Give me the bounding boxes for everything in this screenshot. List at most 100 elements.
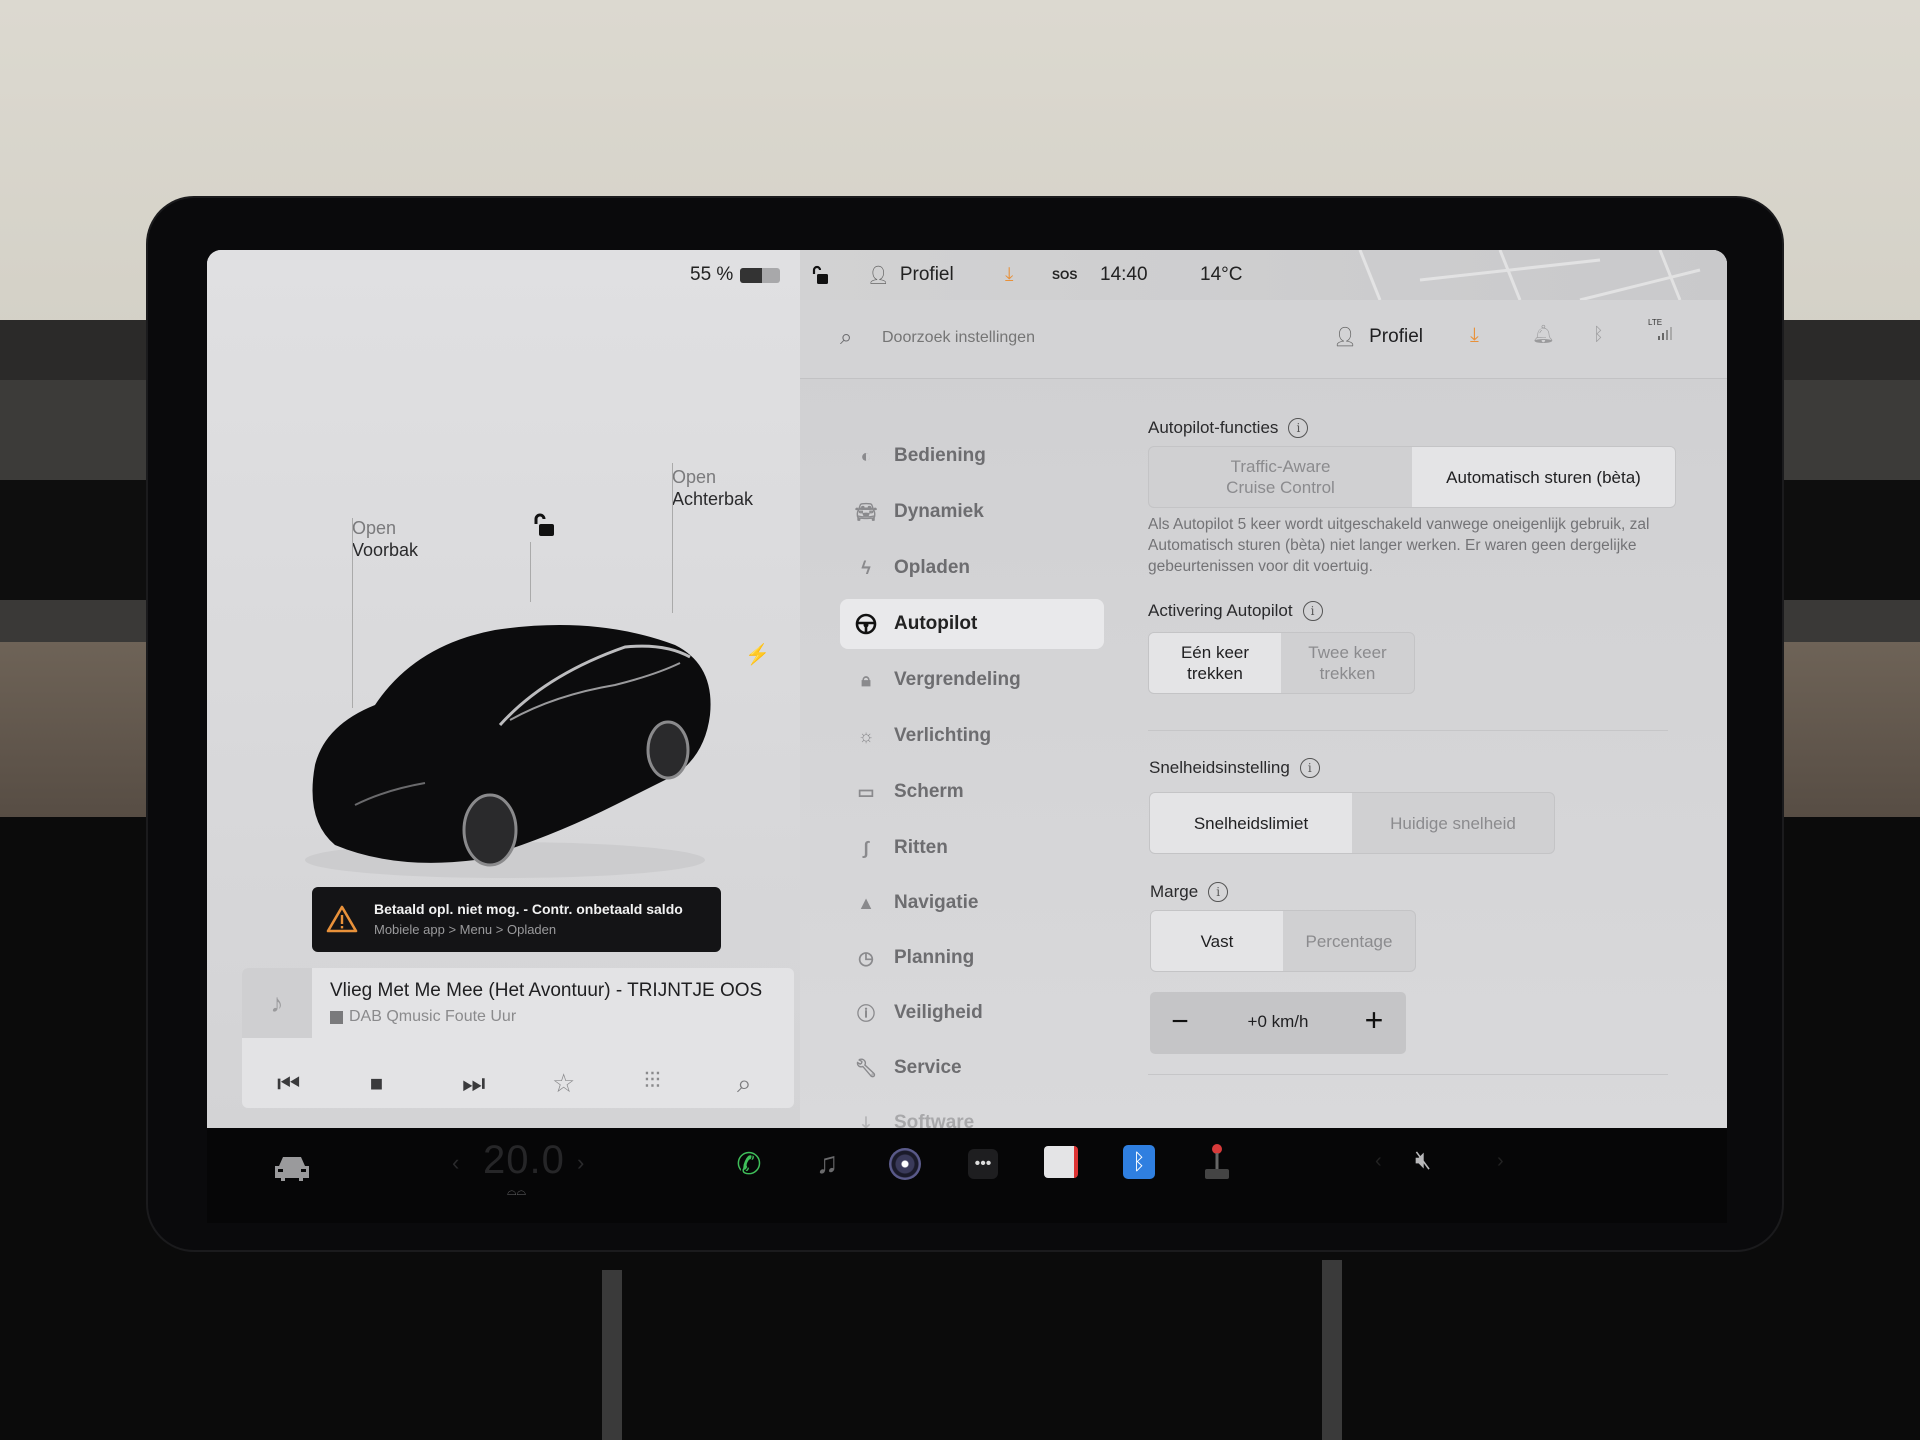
climate-temperature[interactable]: 20.0 xyxy=(483,1138,565,1183)
lock-leader-line xyxy=(530,542,531,602)
display-icon: ▭ xyxy=(857,781,875,802)
download-icon[interactable]: ⤓ xyxy=(1470,324,1479,347)
more-icon[interactable]: ••• xyxy=(963,1144,1003,1184)
option-single-pull[interactable]: Eén keer trekken xyxy=(1149,633,1281,693)
sidebar-item-verlichting[interactable]: ☼ Verlichting xyxy=(840,711,1104,761)
trunk-button[interactable]: Open Achterbak xyxy=(672,466,753,510)
option-current-speed[interactable]: Huidige snelheid xyxy=(1352,793,1554,853)
sidebar-item-label: Veiligheid xyxy=(894,1002,983,1023)
sidebar-item-bediening[interactable]: ◐ Bediening xyxy=(840,431,1104,481)
toybox-icon[interactable] xyxy=(1197,1140,1237,1184)
frunk-status: Open xyxy=(352,518,397,538)
charge-port-bolt-icon[interactable]: ⚡ xyxy=(745,642,770,667)
volume-down-button[interactable]: ‹ xyxy=(1375,1150,1382,1173)
info-icon[interactable]: i xyxy=(1288,418,1309,438)
unlock-button[interactable] xyxy=(530,512,556,543)
option-traffic-aware-cruise-control[interactable]: Traffic-Aware Cruise Control xyxy=(1149,447,1412,507)
alert-subtitle: Mobiele app > Menu > Opladen xyxy=(374,922,557,937)
phone-icon[interactable]: ✆ xyxy=(729,1144,769,1184)
option-autosteer-beta[interactable]: Automatisch sturen (bèta) xyxy=(1412,447,1675,507)
media-search-icon[interactable]: ⌕ xyxy=(737,1068,752,1100)
option-percentage[interactable]: Percentage xyxy=(1283,911,1415,971)
album-art-placeholder-icon: ♪ xyxy=(242,968,312,1038)
increase-offset-button[interactable]: + xyxy=(1356,1002,1392,1038)
search-input[interactable] xyxy=(880,322,1184,354)
section-divider xyxy=(1148,1074,1668,1075)
car-controls-button[interactable] xyxy=(272,1148,312,1188)
sidebar-item-dynamiek[interactable]: 🚘︎ Dynamiek xyxy=(840,487,1104,537)
previous-track-button[interactable]: ⏮ xyxy=(277,1068,300,1100)
info-icon[interactable]: i xyxy=(1299,758,1320,778)
temp-decrease-button[interactable]: ‹ xyxy=(452,1150,459,1176)
bell-icon[interactable]: 🔔︎ xyxy=(1532,324,1555,345)
sidebar-item-scherm[interactable]: ▭ Scherm xyxy=(840,767,1104,817)
sidebar-item-vergrendeling[interactable]: 🔒︎ Vergrendeling xyxy=(840,655,1104,705)
info-icon[interactable]: i xyxy=(1208,882,1229,902)
info-icon[interactable]: i xyxy=(1302,601,1323,621)
sidebar-item-service[interactable]: 🔧︎ Service xyxy=(840,1043,1104,1093)
section-title-text: Snelheidsinstelling xyxy=(1149,758,1290,777)
bluetooth-icon[interactable]: ᛒ xyxy=(1593,324,1604,345)
section-title-text: Marge xyxy=(1150,882,1199,901)
temp-increase-button[interactable]: › xyxy=(577,1150,584,1176)
lock-icon: 🔒︎ xyxy=(861,669,871,690)
sos-icon[interactable]: SOS xyxy=(1052,268,1077,282)
battery-fill xyxy=(740,268,762,283)
sidebar-item-ritten[interactable]: ∫ Ritten xyxy=(840,823,1104,873)
sidebar-item-navigatie[interactable]: ▲ Navigatie xyxy=(840,878,1104,928)
schedule-icon: ◷ xyxy=(858,947,874,968)
stop-button[interactable]: ⏹ xyxy=(370,1068,383,1100)
sidebar-item-label: Bediening xyxy=(894,445,986,466)
more-dots: ••• xyxy=(968,1149,998,1179)
sidebar-item-label: Planning xyxy=(894,947,975,968)
bluetooth-glyph: ᛒ xyxy=(1123,1145,1155,1179)
safety-icon: ⓘ xyxy=(857,1004,875,1024)
option-speed-limit[interactable]: Snelheidslimiet xyxy=(1150,793,1352,853)
option-double-pull[interactable]: Twee keer trekken xyxy=(1281,633,1414,693)
sidebar-item-software[interactable]: ⤓ Software xyxy=(840,1098,1104,1128)
section-title-text: Activering Autopilot xyxy=(1148,601,1293,620)
wrench-icon: 🔧︎ xyxy=(854,1057,878,1078)
radio-icon xyxy=(330,1010,343,1024)
warning-icon xyxy=(326,905,358,933)
section-title-text: Autopilot-functies xyxy=(1148,418,1279,437)
sidebar-item-label: Ritten xyxy=(894,837,948,858)
next-track-button[interactable]: ⏭ xyxy=(462,1068,485,1100)
speed-offset-stepper: − +0 km/h + xyxy=(1150,992,1406,1054)
defrost-icons[interactable]: ⌓⌓ xyxy=(507,1184,526,1199)
charging-alert[interactable]: Betaald opl. niet mog. - Contr. onbetaal… xyxy=(312,887,721,952)
signal-strength-icon xyxy=(1658,327,1672,340)
sidebar-item-planning[interactable]: ◷ Planning xyxy=(840,933,1104,983)
profile-button[interactable]: 👤︎ Profiel xyxy=(1333,325,1423,349)
toggle-icon: ◐ xyxy=(860,445,872,466)
search-icon: ⌕ xyxy=(840,324,853,349)
equalizer-icon[interactable]: ⫶⫶⫶ xyxy=(644,1068,661,1094)
favorite-star-icon[interactable]: ☆ xyxy=(552,1068,575,1099)
profile-status-label: Profiel xyxy=(899,264,954,285)
frunk-button[interactable]: Open Voorbak xyxy=(352,517,418,561)
calendar-icon[interactable] xyxy=(1041,1142,1081,1182)
bolt-icon: ϟ xyxy=(861,557,871,578)
sidebar-item-opladen[interactable]: ϟ Opladen xyxy=(840,543,1104,593)
clock: 14:40 xyxy=(1100,264,1148,285)
music-icon[interactable]: ♫ xyxy=(807,1144,847,1184)
camera-icon[interactable] xyxy=(885,1144,925,1184)
sidebar-item-veiligheid[interactable]: ⓘ Veiligheid xyxy=(840,988,1104,1038)
decrease-offset-button[interactable]: − xyxy=(1162,1004,1198,1040)
unlocked-icon xyxy=(534,513,554,536)
bluetooth-app-icon[interactable]: ᛒ xyxy=(1119,1142,1159,1182)
lock-status[interactable] xyxy=(811,265,829,290)
option-fixed[interactable]: Vast xyxy=(1151,911,1283,971)
volume-muted-icon[interactable]: 🔇︎ xyxy=(1415,1144,1431,1176)
download-status-icon[interactable]: ⤓ xyxy=(1005,264,1013,286)
volume-up-button[interactable]: › xyxy=(1497,1150,1504,1173)
joystick-icon xyxy=(1205,1144,1229,1179)
car-icon: 🚘︎ xyxy=(854,501,878,522)
profile-status[interactable]: 👤︎ Profiel xyxy=(867,264,954,286)
trips-icon: ∫ xyxy=(863,837,869,858)
media-source-label: DAB Qmusic Foute Uur xyxy=(349,1008,517,1025)
sidebar-item-autopilot[interactable]: Autopilot xyxy=(840,599,1104,649)
console-edge xyxy=(1322,1260,1342,1440)
autopilot-features-description: Als Autopilot 5 keer wordt uitgeschakeld… xyxy=(1148,516,1650,575)
car-view-panel: 55 % Open Voorbak Open Achterbak ⚡ Betaa… xyxy=(207,250,800,1128)
